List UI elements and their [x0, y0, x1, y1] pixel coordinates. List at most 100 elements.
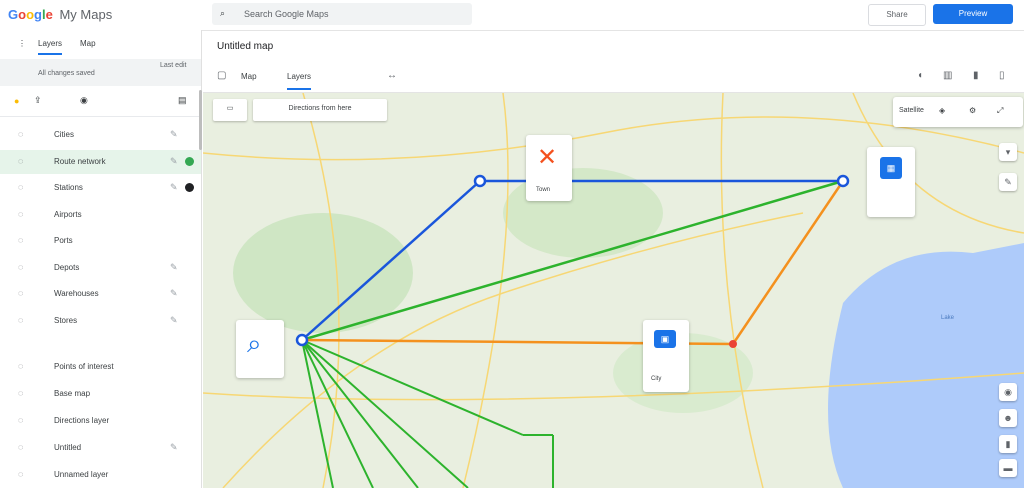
redo-icon[interactable]: ↔	[387, 70, 397, 81]
sidebar-tab-map[interactable]: Map	[80, 39, 96, 48]
plane-icon: ◌	[18, 208, 24, 219]
sidebar-item[interactable]: ◌ Unnamed layer	[0, 463, 201, 487]
sidebar-item[interactable]: ◌ Route network ✎	[0, 149, 201, 174]
sidebar-item-label: Cities	[54, 130, 75, 139]
top-bar: Google My Maps ⌕ Search Google Maps Shar…	[0, 0, 1024, 31]
map-icon: ◌	[18, 388, 24, 398]
layer-icon: ◌	[18, 442, 24, 452]
preview-button[interactable]: Preview	[933, 4, 1013, 24]
sidebar-item[interactable]: ◌ Directions layer	[0, 409, 201, 433]
route-fan	[301, 339, 554, 488]
station-card[interactable]: ▦	[867, 147, 915, 217]
sidebar-item-label: Directions layer	[54, 416, 110, 425]
route-line	[731, 180, 845, 345]
meta-line1: Last edit	[160, 62, 187, 69]
locate-icon[interactable]: ◉	[999, 383, 1017, 401]
map-chip-icon[interactable]: ▭	[213, 99, 247, 121]
product-name: My Maps	[59, 7, 113, 22]
map-title[interactable]: Untitled map	[217, 41, 273, 52]
depot-icon: ◌	[18, 261, 24, 272]
line-icon[interactable]: ▥	[943, 70, 952, 81]
zoom-icon[interactable]: ▮	[999, 435, 1017, 453]
sidebar-item[interactable]: ◌ Untitled ✎	[0, 436, 201, 460]
map-type-controls: Satellite ◈ ⚙ ⤢	[893, 97, 1023, 127]
sidebar-tab-layers[interactable]: Layers	[38, 39, 63, 55]
marker-card[interactable]: ▣ City	[643, 320, 689, 392]
measure-icon[interactable]: ▯	[999, 70, 1005, 81]
sidebar-tab-icon[interactable]: ⋮	[18, 39, 26, 48]
layer-icon: ◌	[18, 469, 24, 479]
pin-icon: ◌	[18, 129, 24, 139]
edit-icon[interactable]: ✎	[170, 315, 178, 326]
search-input[interactable]: ⌕ Search Google Maps	[212, 3, 472, 25]
card-label: Town	[536, 187, 551, 193]
layer-color-swatch[interactable]	[185, 156, 194, 166]
pegman-icon[interactable]: ☻	[999, 409, 1017, 427]
edit-icon[interactable]: ✎	[170, 182, 178, 193]
sidebar-item[interactable]: ◌ Stations ✎	[0, 176, 201, 200]
terrain-icon[interactable]: ◈	[939, 106, 945, 115]
marker-icon[interactable]: ◖	[917, 70, 923, 81]
edit-icon[interactable]: ✎	[170, 156, 178, 167]
map-toolbar: ▢ Map Layers ↔ ◖ ▥ ▮ ▯	[203, 62, 1024, 93]
toolbar-tab-map[interactable]: Map	[241, 72, 257, 81]
sidebar-item[interactable]: ◌ Points of interest	[0, 355, 201, 379]
layers-icon[interactable]: ⚙	[969, 106, 976, 115]
sidebar-item-label: Route network	[54, 156, 106, 166]
meta-line2: All changes saved	[38, 70, 95, 77]
zoom-out-icon[interactable]: ▬	[999, 459, 1017, 477]
edit-icon[interactable]: ✎	[170, 129, 178, 140]
lake-shape	[828, 243, 1024, 488]
toolbar-tab-layers[interactable]: Layers	[287, 72, 312, 90]
route-icon: ◌	[18, 155, 24, 166]
edit-icon[interactable]: ✎	[170, 442, 178, 453]
edit-icon[interactable]: ✎	[170, 262, 178, 273]
sidebar: ⋮ Layers Map Last edit All changes saved…	[0, 30, 202, 488]
search-card[interactable]: ⌕	[236, 320, 284, 378]
share-button[interactable]: Share	[868, 4, 926, 26]
sidebar-item[interactable]: ◌ Depots ✎	[0, 256, 201, 280]
station-icon: ▦	[880, 157, 902, 179]
layer-color-swatch[interactable]	[185, 183, 194, 192]
sidebar-item[interactable]: ◌ Stores ✎	[0, 309, 201, 333]
pin-icon: ◌	[18, 182, 24, 192]
add-layer-icon[interactable]: ●	[14, 96, 19, 106]
share-icon[interactable]: ⇪	[34, 95, 42, 106]
map-canvas[interactable]: ▭ Directions from here Satellite ◈ ⚙ ⤢ ✕…	[203, 93, 1024, 488]
sidebar-item[interactable]: ◌ Ports	[0, 229, 201, 253]
sidebar-item[interactable]: ◌ Airports	[0, 203, 201, 227]
satellite-toggle[interactable]: Satellite	[899, 107, 924, 114]
edit-icon[interactable]: ✎	[170, 288, 178, 299]
sidebar-tools: ● ⇪ ◉ ▤	[0, 88, 201, 117]
magnifier-icon[interactable]: ⌕	[247, 328, 262, 360]
zoom-in-icon[interactable]: ▾	[999, 143, 1017, 161]
route-endpoint	[295, 333, 309, 347]
sidebar-item-label: Points of interest	[54, 362, 114, 371]
sidebar-item[interactable]: ◌ Warehouses ✎	[0, 282, 201, 306]
fullscreen-icon[interactable]: ⤢	[997, 106, 1003, 116]
app-logo[interactable]: Google My Maps	[8, 7, 112, 22]
warehouse-icon: ◌	[18, 288, 24, 298]
close-icon[interactable]: ✕	[537, 143, 557, 172]
undo-icon[interactable]: ▢	[217, 70, 226, 81]
close-card[interactable]: ✕ Town	[526, 135, 572, 201]
star-icon: ◌	[18, 361, 24, 371]
sidebar-item[interactable]: ◌ Cities ✎	[0, 123, 201, 147]
lake-label: Lake	[941, 315, 955, 321]
directions-chip[interactable]: Directions from here	[253, 99, 387, 121]
edit-icon[interactable]: ✎	[999, 173, 1017, 191]
sidebar-item[interactable]: ◌ Base map	[0, 382, 201, 406]
sidebar-item-label: Stores	[54, 315, 78, 325]
sidebar-scrollbar[interactable]	[199, 90, 202, 150]
sidebar-item-label: Airports	[54, 209, 82, 219]
search-icon: ⌕	[220, 8, 226, 18]
map-title-bar: Untitled map	[203, 31, 1024, 61]
preview-icon[interactable]: ◉	[80, 95, 88, 106]
menu-icon[interactable]: ▤	[178, 95, 187, 106]
directions-icon: ◌	[18, 415, 24, 425]
sidebar-item-label: Depots	[54, 262, 80, 272]
sidebar-item-label: Base map	[54, 389, 91, 398]
shape-icon[interactable]: ▮	[973, 70, 979, 81]
sidebar-item-label: Ports	[54, 236, 73, 245]
store-icon: ◌	[18, 314, 24, 325]
